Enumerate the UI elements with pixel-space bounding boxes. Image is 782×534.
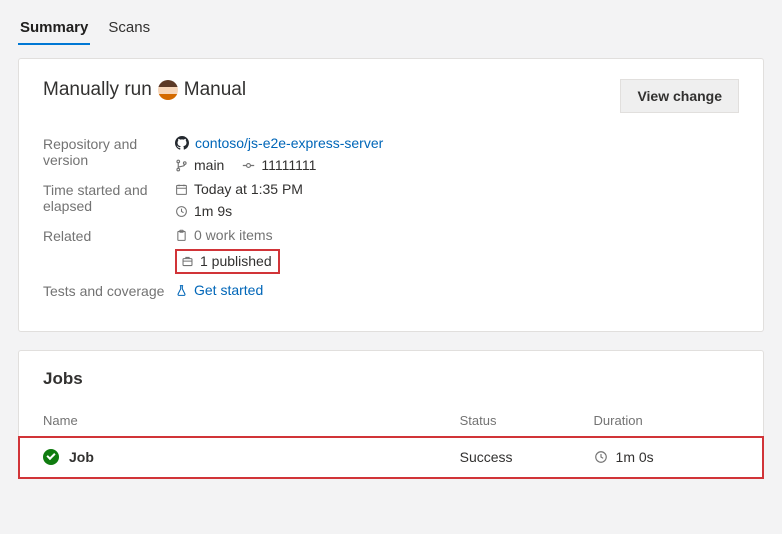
table-row[interactable]: Job Success 1m 0s <box>19 437 763 478</box>
value-time: Today at 1:35 PM 1m 9s <box>175 181 739 219</box>
clock-icon <box>175 205 188 218</box>
label-tests: Tests and coverage <box>43 282 175 299</box>
branch-name[interactable]: main <box>194 157 224 173</box>
run-title-name: Manual <box>184 79 246 101</box>
col-name: Name <box>19 405 436 437</box>
job-name: Job <box>69 449 94 465</box>
run-elapsed: 1m 9s <box>194 203 232 219</box>
work-items[interactable]: 0 work items <box>194 227 273 243</box>
run-details: Repository and version contoso/js-e2e-ex… <box>43 135 739 299</box>
col-duration: Duration <box>570 405 763 437</box>
calendar-icon <box>175 183 188 196</box>
run-title-prefix: Manually run <box>43 79 152 101</box>
jobs-table: Name Status Duration Job Success <box>19 405 763 478</box>
label-repo-version: Repository and version <box>43 135 175 173</box>
label-related: Related <box>43 227 175 274</box>
view-change-button[interactable]: View change <box>620 79 739 113</box>
success-icon <box>43 449 59 465</box>
value-related: 0 work items 1 published <box>175 227 739 274</box>
tabs: Summary Scans <box>0 0 782 44</box>
github-icon <box>175 136 189 150</box>
run-started: Today at 1:35 PM <box>194 181 303 197</box>
run-title: Manually run Manual <box>43 79 246 101</box>
col-status: Status <box>436 405 570 437</box>
clock-icon <box>594 450 608 464</box>
value-tests: Get started <box>175 282 739 299</box>
branch-icon <box>175 159 188 172</box>
repo-link[interactable]: contoso/js-e2e-express-server <box>195 135 383 151</box>
job-status: Success <box>460 449 513 465</box>
job-duration: 1m 0s <box>616 449 654 465</box>
jobs-header-row: Name Status Duration <box>19 405 763 437</box>
jobs-title: Jobs <box>19 369 763 405</box>
published-highlight: 1 published <box>175 249 280 274</box>
beaker-icon <box>175 284 188 297</box>
tab-summary[interactable]: Summary <box>18 9 90 44</box>
run-summary-card: Manually run Manual View change Reposito… <box>18 58 764 332</box>
label-time: Time started and elapsed <box>43 181 175 219</box>
value-repo-version: contoso/js-e2e-express-server main 11111… <box>175 135 739 173</box>
jobs-card: Jobs Name Status Duration Job Success <box>18 350 764 479</box>
commit-hash[interactable]: 11111111 <box>261 157 316 173</box>
artifact-icon <box>181 255 194 268</box>
commit-icon <box>242 159 255 172</box>
avatar <box>158 80 178 100</box>
tab-scans[interactable]: Scans <box>106 9 152 44</box>
clipboard-icon <box>175 229 188 242</box>
get-started-link[interactable]: Get started <box>194 282 263 298</box>
published-link[interactable]: 1 published <box>200 253 272 269</box>
